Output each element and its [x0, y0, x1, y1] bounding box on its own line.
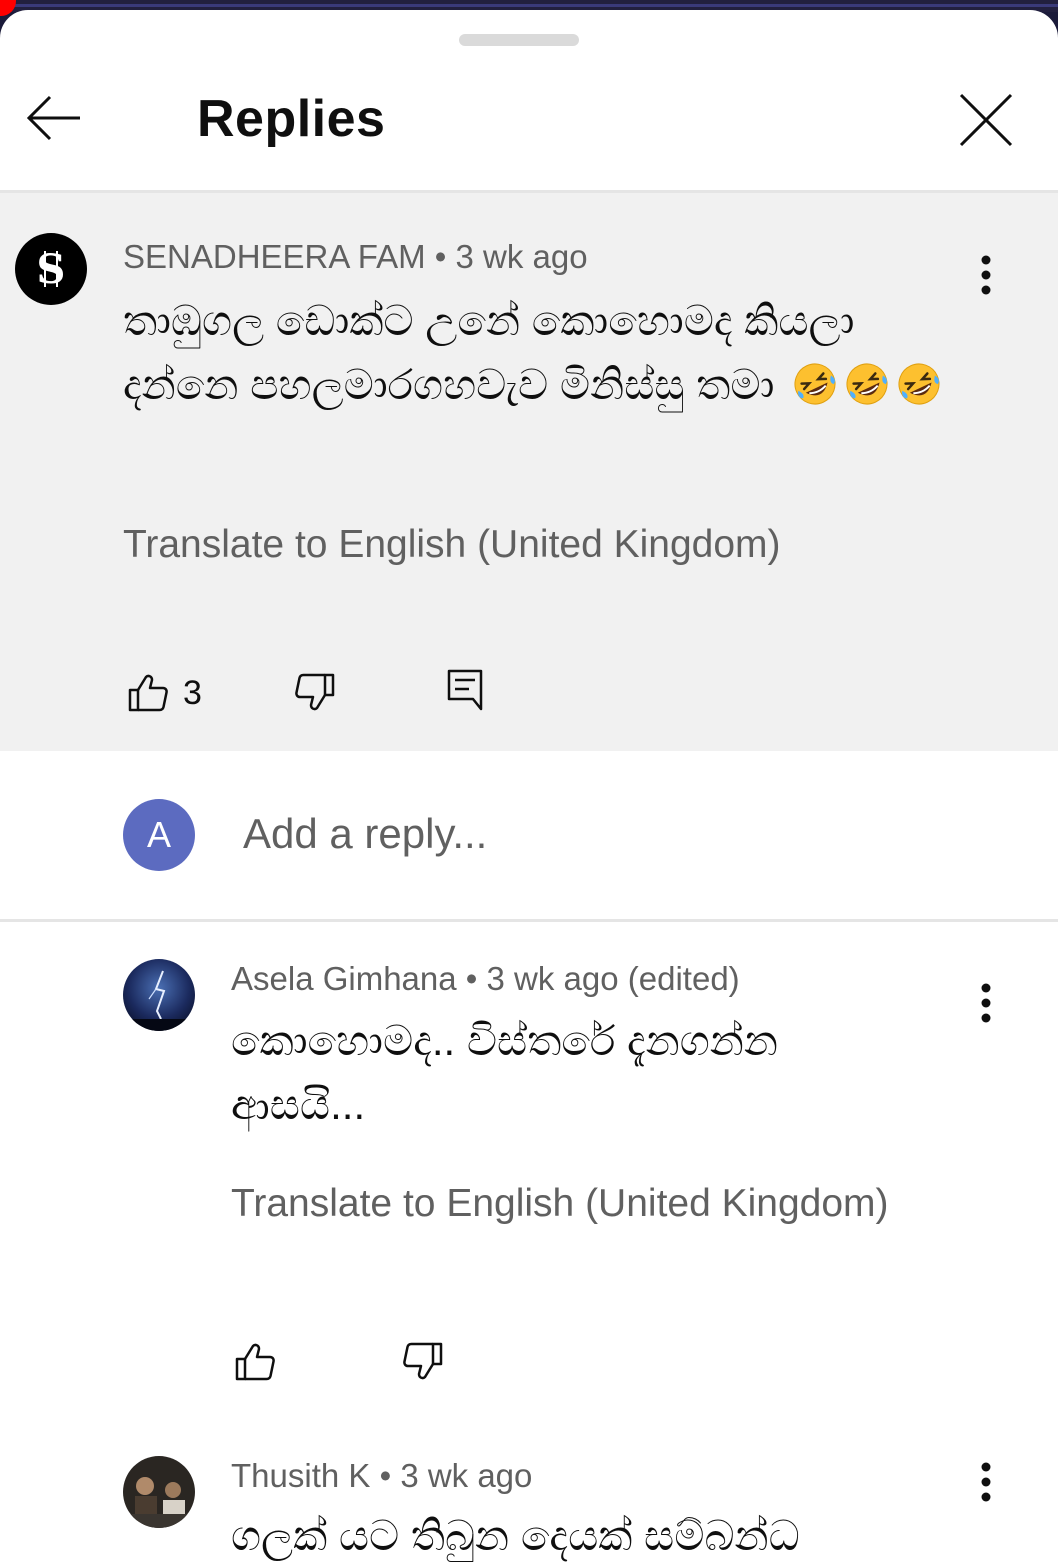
comment-author[interactable]: SENADHEERA FAM: [123, 238, 426, 275]
meta-separator: •: [465, 960, 478, 997]
comment-meta: Asela Gimhana • 3 wk ago (edited): [231, 959, 740, 999]
meta-separator: •: [379, 1457, 392, 1494]
avatar[interactable]: [123, 1456, 195, 1528]
thumb-down-icon: [295, 673, 335, 711]
comment-text: තාඹුගල ඩොක්ට උනේ කොහොමද කියලා දන්නෙ පහලම…: [123, 289, 953, 417]
comment-body-line: ගලක් යට තිබුන දෙයක් සම්බන්ධ: [231, 1512, 800, 1559]
comment-more-button[interactable]: [964, 245, 1008, 305]
comment-body-line: ආසයි...: [231, 1081, 366, 1128]
drag-handle[interactable]: [459, 34, 579, 46]
comment-time: 3 wk ago: [400, 1457, 533, 1494]
replies-sheet: Replies S SENADHEERA FAM • 3 wk ago තාඹු…: [0, 10, 1058, 1565]
dislike-button[interactable]: [398, 1336, 448, 1386]
more-vert-icon: [981, 255, 991, 295]
close-button[interactable]: [948, 84, 1024, 156]
reply-input[interactable]: Add a reply...: [243, 809, 487, 859]
comment-more-button[interactable]: [964, 1452, 1008, 1512]
rofl-emoji: [794, 363, 836, 405]
back-arrow-icon: [26, 95, 80, 141]
comment-meta: Thusith K • 3 wk ago: [231, 1456, 532, 1496]
translate-button[interactable]: Translate to English (United Kingdom): [123, 522, 781, 568]
comment-author[interactable]: Asela Gimhana: [231, 960, 457, 997]
thumb-up-icon: [235, 1343, 275, 1381]
like-count: 3: [183, 674, 202, 712]
comment-text: කොහොමද.. විස්තරේ දැනගන්න ආසයි...: [231, 1009, 971, 1137]
comment-text: ගලක් යට තිබුන දෙයක් සම්බන්ධ: [231, 1504, 971, 1565]
comment-time: 3 wk ago (edited): [486, 960, 740, 997]
close-icon: [959, 93, 1013, 147]
svg-text:S: S: [37, 246, 66, 293]
comment-time: 3 wk ago: [455, 238, 588, 275]
emoji-group: [786, 361, 942, 408]
rofl-emoji: [846, 363, 888, 405]
person-photo-icon: [123, 1456, 195, 1528]
strip-line: [0, 4, 1058, 7]
avatar[interactable]: S: [15, 233, 87, 305]
thumb-up-icon: [128, 674, 168, 712]
comment-body-line: කොහොමද.. විස්තරේ දැනගන්න: [231, 1017, 778, 1064]
avatar[interactable]: [123, 959, 195, 1031]
reply-divider: [0, 919, 1058, 922]
rofl-emoji: [898, 363, 940, 405]
like-button[interactable]: [123, 668, 173, 718]
more-vert-icon: [981, 983, 991, 1023]
reply-icon: [447, 669, 483, 711]
replies-header: Replies: [0, 58, 1058, 190]
dislike-button[interactable]: [290, 667, 340, 717]
lightning-photo-icon: [123, 959, 195, 1031]
comment-body: තාඹුගල ඩොක්ට උනේ කොහොමද කියලා දන්නෙ පහලම…: [123, 297, 855, 408]
translate-button[interactable]: Translate to English (United Kingdom): [231, 1181, 889, 1227]
user-avatar: A: [123, 799, 195, 871]
like-button[interactable]: [230, 1337, 280, 1387]
add-reply-row: A Add a reply...: [0, 751, 1058, 919]
channel-logo-icon: S: [37, 246, 66, 293]
comment-author[interactable]: Thusith K: [231, 1457, 370, 1494]
back-button[interactable]: [18, 86, 90, 150]
reply-button[interactable]: [440, 665, 490, 715]
more-vert-icon: [981, 1462, 991, 1502]
meta-separator: •: [434, 238, 447, 275]
parent-comment: S SENADHEERA FAM • 3 wk ago තාඹුගල ඩොක්ට…: [0, 193, 1058, 751]
page-title: Replies: [197, 90, 386, 148]
thumb-down-icon: [403, 1342, 443, 1380]
comment-meta: SENADHEERA FAM • 3 wk ago: [123, 237, 588, 277]
